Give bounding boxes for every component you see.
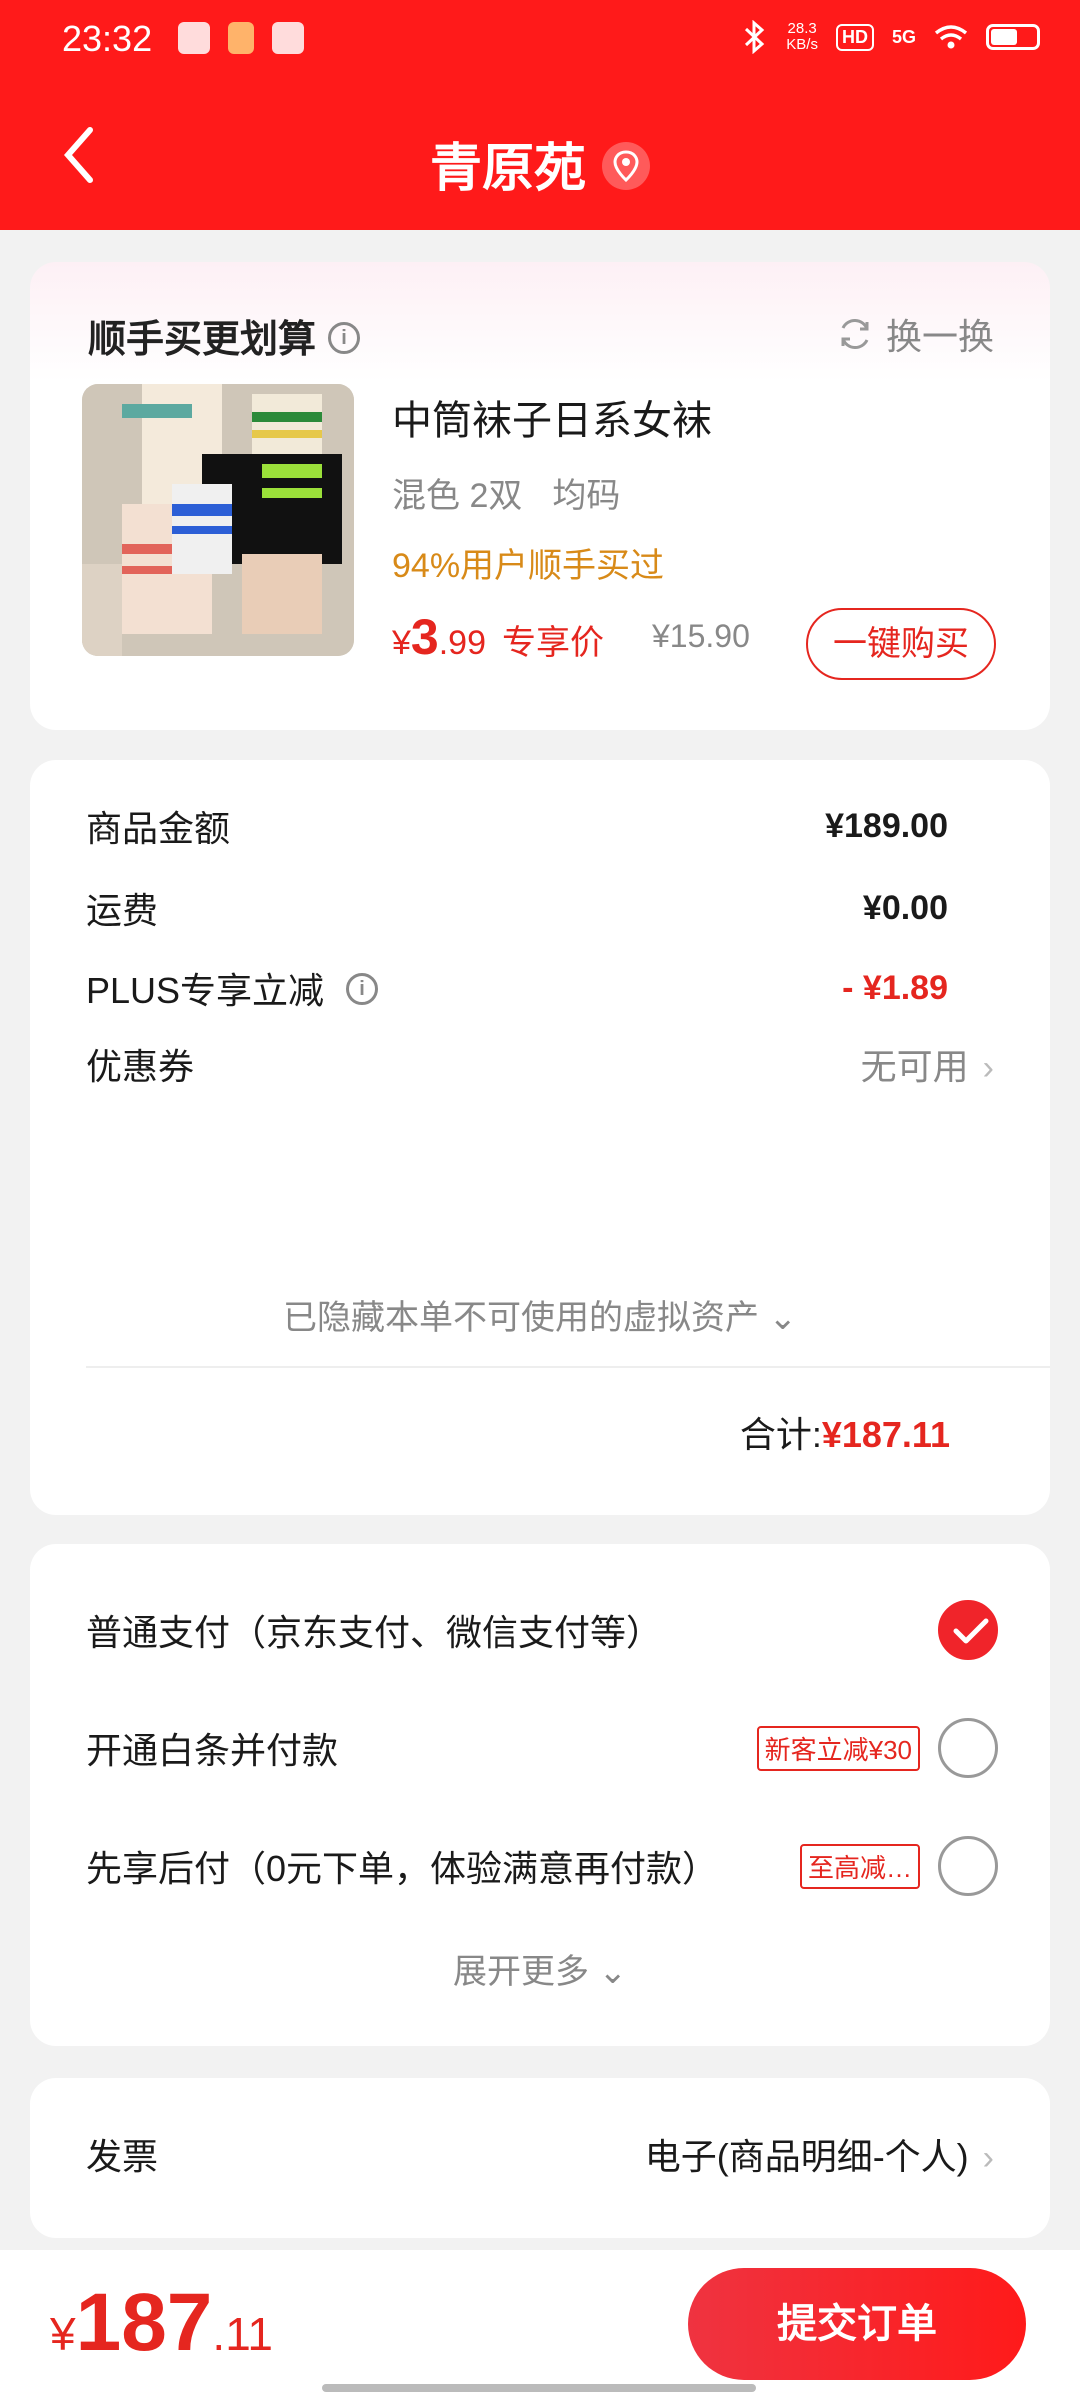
- app-notification-icon: [178, 22, 210, 54]
- shipping-label: 运费: [86, 890, 159, 931]
- expand-more-button[interactable]: 展开更多 ⌄: [30, 1944, 1050, 1993]
- total-label: 合计:: [739, 1414, 822, 1455]
- network-speed: 28.3 KB/s: [786, 21, 818, 53]
- info-icon[interactable]: i: [328, 321, 361, 354]
- shipping-row: 运费 ¥0.00: [86, 882, 948, 934]
- home-indicator[interactable]: [322, 2384, 756, 2392]
- coupon-row[interactable]: 优惠券 无可用 ›: [86, 1038, 994, 1090]
- coupon-label: 优惠券: [86, 1046, 195, 1087]
- recommend-title-text: 顺手买更划算: [88, 319, 317, 361]
- recommend-title: 顺手买更划算 i: [88, 308, 361, 363]
- battery-icon: [986, 24, 1040, 50]
- promo-badge: 新客立减¥30: [756, 1725, 920, 1771]
- coupon-value: 无可用: [860, 1046, 969, 1087]
- price-tag: 专享价: [502, 624, 604, 662]
- product-color: 混色 2双: [392, 477, 523, 515]
- goods-amount-label: 商品金额: [86, 808, 231, 849]
- price-decimal: .99: [438, 624, 486, 662]
- chevron-right-icon: ›: [982, 2139, 994, 2177]
- product-price: ¥3.99 专享价: [392, 608, 604, 666]
- chevron-down-icon: ⌄: [589, 1953, 627, 1991]
- chevron-right-icon: ›: [982, 1049, 994, 1087]
- wechat-icon: [272, 22, 304, 54]
- chevron-down-icon: ⌄: [759, 1299, 797, 1337]
- signal-5g-icon: 5G: [891, 26, 916, 47]
- goods-amount-value: ¥189.00: [825, 806, 948, 845]
- header: 青原苑: [0, 100, 1080, 220]
- refresh-icon: [841, 318, 869, 350]
- status-bar: 23:32 28.3 KB/s HD 5G: [0, 0, 1080, 86]
- goods-amount-row: 商品金额 ¥189.00: [86, 800, 948, 852]
- info-icon[interactable]: i: [346, 973, 379, 1006]
- original-price: ¥15.90: [652, 618, 750, 654]
- app-notification-icon: [228, 22, 254, 54]
- hidden-assets-text: 已隐藏本单不可使用的虚拟资产: [283, 1299, 760, 1337]
- payment-option-normal[interactable]: 普通支付（京东支付、微信支付等）: [86, 1598, 998, 1662]
- total-value: ¥187.11: [821, 1414, 950, 1455]
- product-spec: 混色 2双 均码: [392, 468, 620, 517]
- invoice-row[interactable]: 发票 电子(商品明细-个人) ›: [86, 2128, 994, 2180]
- bottom-price-integer: 187: [75, 2277, 213, 2368]
- status-time: 23:32: [62, 18, 153, 59]
- price-summary-card: 商品金额 ¥189.00 运费 ¥0.00 PLUS专享立减 i - ¥1.89 …: [30, 760, 1050, 1515]
- radio-icon[interactable]: [938, 1718, 998, 1778]
- location-pin-icon[interactable]: [602, 142, 650, 191]
- top-bar: 23:32 28.3 KB/s HD 5G 青原苑: [0, 0, 1080, 230]
- total-row: 合计:¥187.11: [740, 1406, 950, 1458]
- submit-order-button[interactable]: 提交订单: [688, 2268, 1026, 2380]
- payment-option-label: 开通白条并付款: [86, 1730, 339, 1771]
- payment-option-label: 先享后付（0元下单，体验满意再付款）: [86, 1848, 719, 1889]
- price-integer: 3: [410, 609, 439, 665]
- invoice-card[interactable]: 发票 电子(商品明细-个人) ›: [30, 2078, 1050, 2238]
- bottom-price-symbol: ¥: [50, 2308, 76, 2360]
- plus-discount-row: PLUS专享立减 i - ¥1.89: [86, 962, 948, 1014]
- plus-discount-value: - ¥1.89: [842, 968, 948, 1007]
- price-symbol: ¥: [392, 624, 411, 662]
- divider: [86, 1366, 1050, 1368]
- swap-label: 换一换: [885, 316, 994, 357]
- bottom-price-decimal: .11: [212, 2308, 273, 2360]
- swap-button[interactable]: 换一换: [836, 308, 994, 360]
- page-title-text: 青原苑: [429, 140, 586, 198]
- hd-icon: HD: [835, 23, 874, 51]
- plus-discount-label: PLUS专享立减: [86, 970, 325, 1011]
- product-size: 均码: [552, 477, 621, 515]
- product-image[interactable]: [82, 384, 354, 656]
- recommend-card: 顺手买更划算 i 换一换 中筒袜子日系女袜 混色 2双 均码 94%用户顺手买过…: [30, 262, 1050, 730]
- speed-value: 28.3: [787, 20, 817, 37]
- promo-badge: 至高减…: [799, 1843, 920, 1889]
- invoice-value: 电子(商品明细-个人): [644, 2136, 969, 2177]
- product-promo: 94%用户顺手买过: [392, 547, 665, 585]
- wifi-icon: [934, 25, 968, 49]
- speed-unit: KB/s: [786, 36, 818, 53]
- payment-option-label: 普通支付（京东支付、微信支付等）: [86, 1612, 663, 1653]
- shipping-value: ¥0.00: [862, 888, 948, 927]
- radio-icon[interactable]: [938, 1836, 998, 1896]
- payment-option-baitiao[interactable]: 开通白条并付款 新客立减¥30: [86, 1716, 998, 1780]
- bluetooth-icon: [745, 20, 765, 54]
- bottom-total-price: ¥187.11: [50, 2276, 273, 2370]
- payment-card: 普通支付（京东支付、微信支付等） 开通白条并付款 新客立减¥30 先享后付（0元…: [30, 1544, 1050, 2046]
- system-icons: 28.3 KB/s HD 5G: [742, 20, 1040, 54]
- expand-more-label: 展开更多: [453, 1953, 590, 1991]
- bottom-bar: ¥187.11 提交订单: [0, 2250, 1080, 2400]
- invoice-label: 发票: [86, 2136, 159, 2177]
- payment-option-pay-later[interactable]: 先享后付（0元下单，体验满意再付款） 至高减…: [86, 1834, 998, 1898]
- page-title[interactable]: 青原苑: [0, 126, 1080, 201]
- hidden-assets-toggle[interactable]: 已隐藏本单不可使用的虚拟资产 ⌄: [30, 1290, 1050, 1339]
- one-click-buy-button[interactable]: 一键购买: [806, 608, 996, 680]
- notification-icons: [178, 22, 304, 54]
- checked-radio-icon[interactable]: [938, 1600, 998, 1660]
- product-name[interactable]: 中筒袜子日系女袜: [392, 388, 712, 446]
